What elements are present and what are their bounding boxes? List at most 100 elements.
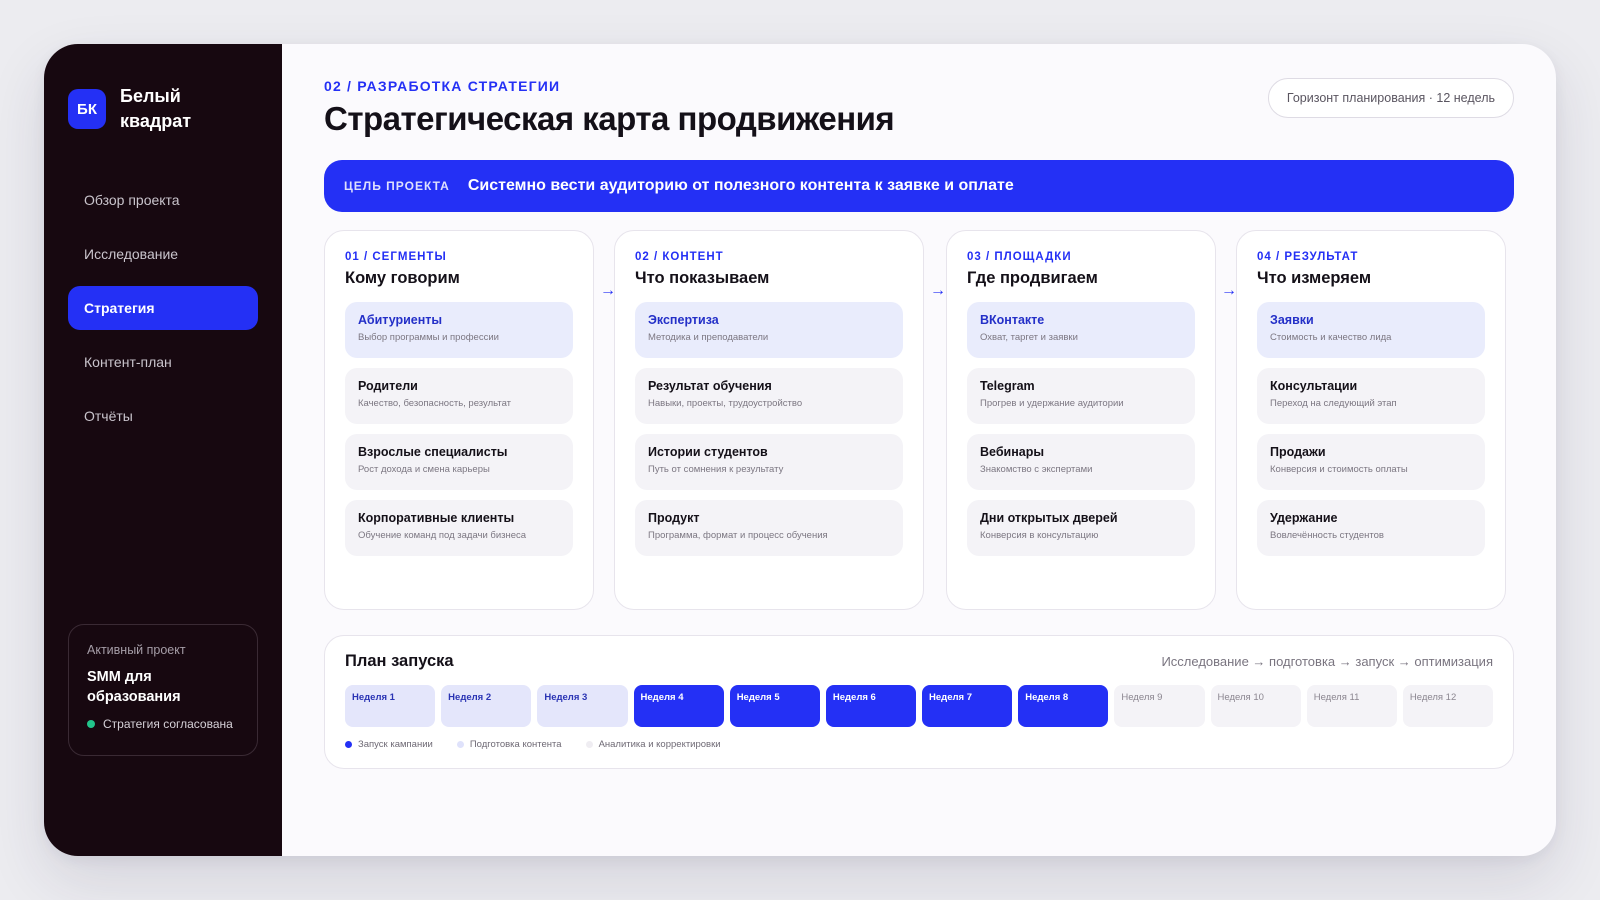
week-cell[interactable]: Неделя 11	[1306, 685, 1397, 727]
column-eyebrow: 03 / ПЛОЩАДКИ	[967, 251, 1072, 263]
project-label: Активный проект	[87, 643, 186, 657]
week-cell[interactable]: Неделя 2	[441, 685, 532, 727]
brand[interactable]: БК Белый квадрат	[68, 84, 258, 134]
item-desc: Обучение команд под задачи бизнеса	[358, 530, 527, 541]
item-title: Экспертиза	[648, 313, 719, 327]
column-title: Что измеряем	[1257, 269, 1372, 287]
goal-text: Системно вести аудиторию от полезного ко…	[467, 177, 1014, 194]
list-item[interactable]: Взрослые специалисты Рост дохода и смена …	[345, 434, 573, 490]
brand-logo-icon: БК	[68, 89, 106, 129]
week-cell[interactable]: Неделя 6	[825, 685, 917, 727]
item-desc: Рост дохода и смена карьеры	[358, 464, 490, 475]
week-cell[interactable]: Неделя 10	[1210, 685, 1301, 727]
item-desc: Конверсия в консультацию	[980, 530, 1099, 541]
item-title: Абитуриенты	[358, 313, 443, 327]
active-project-card[interactable]: Активный проект SMM для образования Стра…	[68, 624, 258, 756]
week-cell[interactable]: Неделя 5	[729, 685, 820, 727]
list-item[interactable]: Корпоративные клиенты Обучение команд под…	[345, 500, 573, 556]
legend-dot-icon	[345, 741, 352, 748]
item-title: Продажи	[1270, 445, 1326, 459]
item-desc: Вовлечённость студентов	[1270, 530, 1384, 541]
launch-plan: План запуска Исследование → подготовка →…	[324, 635, 1514, 769]
arrow-right-icon: →	[1221, 282, 1237, 299]
main-content: 02 / РАЗРАБОТКА СТРАТЕГИИ Стратегическая…	[282, 44, 1556, 856]
legend-item-analytics: Аналитика и корректировки	[585, 739, 721, 750]
list-item[interactable]: Родители Качество, безопасность, результа…	[345, 368, 573, 424]
item-title: ВКонтакте	[980, 313, 1045, 327]
item-desc: Выбор программы и профессии	[358, 332, 499, 343]
brand-name: Белый квадрат	[120, 86, 192, 131]
week-cell[interactable]: Неделя 9	[1114, 685, 1205, 727]
item-desc: Путь от сомнения к результату	[648, 464, 784, 475]
list-item[interactable]: Продажи Конверсия и стоимость оплаты	[1257, 434, 1485, 490]
list-item[interactable]: Экспертиза Методика и преподаватели	[635, 302, 903, 358]
column-title: Кому говорим	[345, 269, 460, 287]
item-title: Взрослые специалисты	[358, 445, 508, 459]
goal-label: ЦЕЛЬ ПРОЕКТА	[344, 179, 450, 193]
legend-item-prep: Подготовка контента	[456, 739, 562, 750]
list-item[interactable]: ВКонтакте Охват, таргет и заявки	[967, 302, 1195, 358]
list-item[interactable]: Заявки Стоимость и качество лида	[1257, 302, 1485, 358]
item-title: Консультации	[1270, 379, 1358, 393]
list-item[interactable]: Продукт Программа, формат и процесс обуче…	[635, 500, 903, 556]
legend-label: Аналитика и корректировки	[598, 739, 721, 750]
week-cell[interactable]: Неделя 12	[1402, 685, 1494, 727]
column-eyebrow: 04 / РЕЗУЛЬТАТ	[1257, 251, 1359, 263]
item-desc: Стоимость и качество лида	[1270, 332, 1392, 343]
list-item[interactable]: Telegram Прогрев и удержание аудитории	[967, 368, 1195, 424]
column-content: 02 / КОНТЕНТ Что показываем Экспертиза Ме…	[614, 230, 924, 610]
list-item[interactable]: Дни открытых дверей Конверсия в консульта…	[967, 500, 1195, 556]
column-channels: 03 / ПЛОЩАДКИ Где продвигаем ВКонтакте Ох…	[946, 230, 1216, 610]
sidebar-nav: Обзор проекта Исследование Стратегия Кон…	[68, 178, 258, 438]
item-title: Дни открытых дверей	[980, 511, 1118, 525]
app-window: БК Белый квадрат Обзор проекта Исследова…	[44, 44, 1556, 856]
sidebar-item-content-plan[interactable]: Контент-план	[68, 340, 258, 384]
item-desc: Качество, безопасность, результат	[358, 398, 511, 409]
project-status-text: Стратегия согласована	[103, 717, 233, 731]
column-title: Что показываем	[635, 269, 770, 287]
sidebar-item-overview[interactable]: Обзор проекта	[68, 178, 258, 222]
planning-horizon-badge[interactable]: Горизонт планирования · 12 недель	[1267, 78, 1514, 118]
item-title: Telegram	[980, 379, 1035, 393]
item-title: Корпоративные клиенты	[358, 511, 515, 525]
week-cell[interactable]: Неделя 8	[1018, 685, 1109, 727]
list-item[interactable]: Абитуриенты Выбор программы и профессии	[345, 302, 573, 358]
column-title: Где продвигаем	[967, 269, 1098, 287]
list-item[interactable]: Удержание Вовлечённость студентов	[1257, 500, 1485, 556]
item-desc: Навыки, проекты, трудоустройство	[648, 398, 803, 409]
item-title: Продукт	[648, 511, 700, 525]
strategy-columns: 01 / СЕГМЕНТЫ Кому говорим Абитуриенты Вы…	[324, 230, 1514, 610]
column-results: 04 / РЕЗУЛЬТАТ Что измеряем Заявки Стоимо…	[1236, 230, 1506, 610]
list-item[interactable]: Истории студентов Путь от сомнения к резу…	[635, 434, 903, 490]
plan-flow: Исследование → подготовка → запуск → опт…	[1161, 654, 1493, 669]
sidebar-item-strategy[interactable]: Стратегия	[68, 286, 258, 330]
sidebar-item-reports[interactable]: Отчёты	[68, 394, 258, 438]
plan-legend: Запуск кампании Подготовка контента Анал…	[345, 739, 1493, 750]
item-title: Результат обучения	[648, 379, 772, 393]
week-cell[interactable]: Неделя 1	[345, 685, 436, 727]
sidebar-item-research[interactable]: Исследование	[68, 232, 258, 276]
column-segments: 01 / СЕГМЕНТЫ Кому говорим Абитуриенты Вы…	[324, 230, 594, 610]
week-timeline: Неделя 1 Неделя 2 Неделя 3 Неделя 4 Неде…	[345, 685, 1494, 727]
arrow-right-icon: →	[930, 282, 946, 299]
item-desc: Прогрев и удержание аудитории	[980, 398, 1124, 409]
project-goal-banner: ЦЕЛЬ ПРОЕКТА Системно вести аудиторию от…	[324, 160, 1514, 212]
list-item[interactable]: Вебинары Знакомство с экспертами	[967, 434, 1195, 490]
item-desc: Методика и преподаватели	[648, 332, 769, 343]
list-item[interactable]: Консультации Переход на следующий этап	[1257, 368, 1485, 424]
legend-label: Запуск кампании	[358, 739, 433, 750]
legend-label: Подготовка контента	[469, 739, 562, 750]
week-cell[interactable]: Неделя 4	[633, 685, 724, 727]
item-desc: Охват, таргет и заявки	[980, 332, 1078, 343]
item-title: Заявки	[1270, 313, 1314, 327]
sidebar: БК Белый квадрат Обзор проекта Исследова…	[44, 44, 282, 856]
legend-dot-icon	[456, 741, 464, 748]
legend-dot-icon	[585, 741, 593, 748]
list-item[interactable]: Результат обучения Навыки, проекты, трудо…	[635, 368, 903, 424]
project-name: SMM для образования	[87, 669, 181, 705]
week-cell[interactable]: Неделя 7	[922, 685, 1013, 727]
item-title: Истории студентов	[648, 445, 768, 459]
week-cell[interactable]: Неделя 3	[537, 685, 628, 727]
item-title: Вебинары	[980, 445, 1045, 459]
status-dot-icon	[87, 720, 95, 728]
